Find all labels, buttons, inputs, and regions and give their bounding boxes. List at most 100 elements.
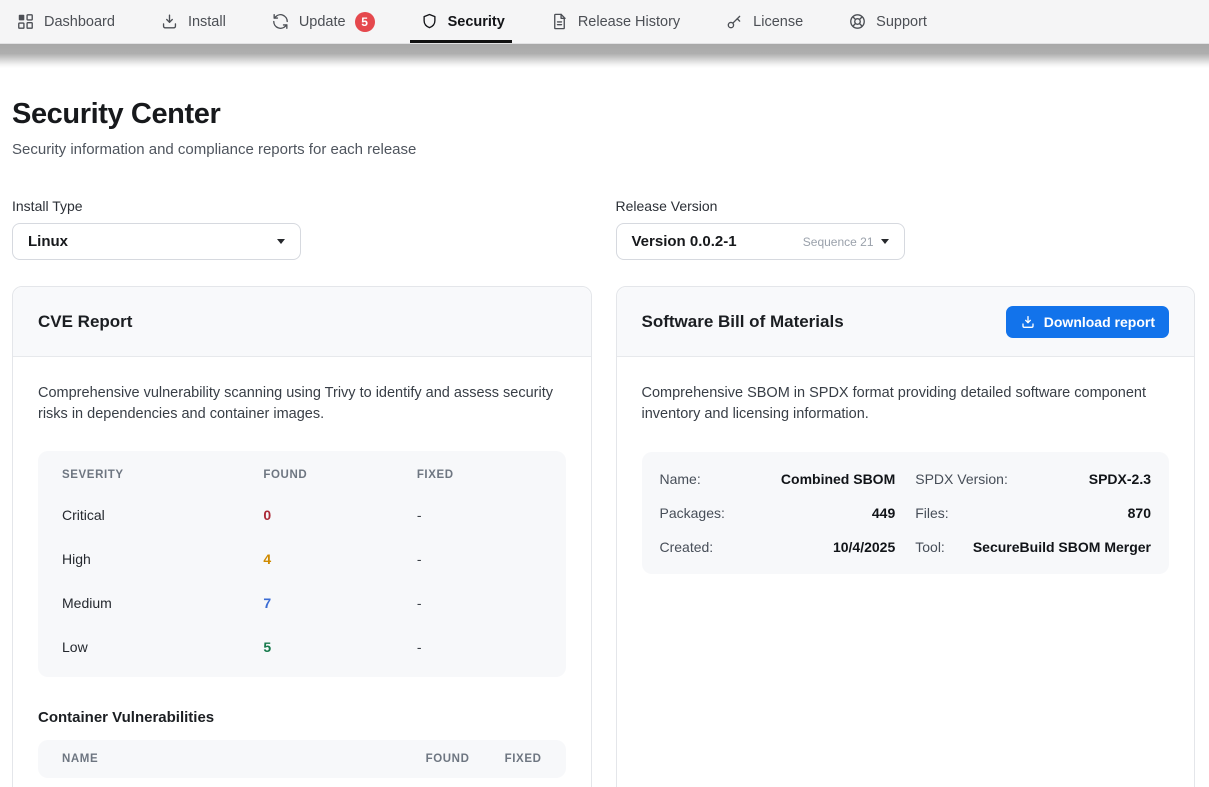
found-count: 5 xyxy=(263,639,416,655)
tab-dashboard[interactable]: Dashboard xyxy=(16,0,115,43)
sbom-info-grid: Name: Combined SBOM SPDX Version: SPDX-2.3 P… xyxy=(642,452,1170,574)
found-column-header: FOUND xyxy=(263,469,416,481)
sbom-info-item: SPDX Version: SPDX-2.3 xyxy=(913,462,1153,496)
name-column-header: NAME xyxy=(62,753,408,765)
install-type-filter: Install Type Linux xyxy=(12,198,592,260)
sbom-info-value: 449 xyxy=(872,505,895,521)
container-vulnerabilities-title: Container Vulnerabilities xyxy=(38,709,566,726)
severity-table: SEVERITY FOUND FIXED Critical0-High4-Med… xyxy=(38,451,566,677)
sbom-info-label: Packages: xyxy=(660,505,725,521)
severity-row: High4- xyxy=(38,537,566,581)
chevron-down-icon xyxy=(881,239,889,244)
sbom-card-header: Software Bill of Materials Download repo… xyxy=(617,287,1195,357)
sbom-info-item: Packages: 449 xyxy=(658,496,898,530)
fixed-column-header: FIXED xyxy=(417,469,542,481)
cve-card-title: CVE Report xyxy=(38,312,132,332)
tab-label: License xyxy=(753,14,803,30)
tab-label: Dashboard xyxy=(44,14,115,30)
download-icon xyxy=(1020,314,1036,330)
sbom-card-title: Software Bill of Materials xyxy=(642,312,844,332)
sbom-info-label: Files: xyxy=(915,505,948,521)
sbom-card-body: Comprehensive SBOM in SPDX format provid… xyxy=(617,357,1195,600)
download-report-button[interactable]: Download report xyxy=(1006,306,1169,338)
page-content: Security Center Security information and… xyxy=(0,68,1209,787)
fixed-value: - xyxy=(417,639,542,655)
sbom-info-label: Created: xyxy=(660,539,714,555)
severity-label: High xyxy=(62,551,263,567)
severity-row: Low5- xyxy=(38,625,566,669)
dashboard-grid-icon xyxy=(16,12,35,31)
severity-label: Critical xyxy=(62,507,263,523)
release-version-label: Release Version xyxy=(616,198,1196,214)
install-type-value: Linux xyxy=(28,233,68,250)
tab-release-history[interactable]: Release History xyxy=(550,0,680,43)
page-subtitle: Security information and compliance repo… xyxy=(12,141,1195,158)
severity-row: Medium7- xyxy=(38,581,566,625)
update-count-badge: 5 xyxy=(355,12,375,32)
fixed-value: - xyxy=(417,507,542,523)
nav-shadow-divider xyxy=(0,44,1209,68)
cve-card-body: Comprehensive vulnerability scanning usi… xyxy=(13,357,591,787)
fixed-column-header: FIXED xyxy=(470,753,542,765)
refresh-icon xyxy=(271,12,290,31)
shield-icon xyxy=(420,12,439,31)
tab-label: Release History xyxy=(578,14,680,30)
life-buoy-icon xyxy=(848,12,867,31)
sbom-card: Software Bill of Materials Download repo… xyxy=(616,286,1196,787)
severity-rows: Critical0-High4-Medium7-Low5- xyxy=(38,493,566,669)
fixed-value: - xyxy=(417,551,542,567)
sbom-info-item: Name: Combined SBOM xyxy=(658,462,898,496)
top-navigation: Dashboard Install Update 5 Security Release H… xyxy=(0,0,1209,44)
sbom-info-item: Created: 10/4/2025 xyxy=(658,530,898,564)
sbom-description: Comprehensive SBOM in SPDX format provid… xyxy=(642,383,1170,426)
tab-license[interactable]: License xyxy=(725,0,803,43)
tab-install[interactable]: Install xyxy=(160,0,226,43)
fixed-value: - xyxy=(417,595,542,611)
found-count: 4 xyxy=(263,551,416,567)
severity-label: Low xyxy=(62,639,263,655)
download-icon xyxy=(160,12,179,31)
sbom-info-label: Name: xyxy=(660,471,701,487)
cve-description: Comprehensive vulnerability scanning usi… xyxy=(38,383,566,426)
install-type-select[interactable]: Linux xyxy=(12,223,301,260)
sbom-info-label: SPDX Version: xyxy=(915,471,1008,487)
severity-label: Medium xyxy=(62,595,263,611)
container-table-header: NAME FOUND FIXED xyxy=(38,740,566,778)
sbom-info-value: SPDX-2.3 xyxy=(1089,471,1151,487)
severity-column-header: SEVERITY xyxy=(62,469,263,481)
key-icon xyxy=(725,12,744,31)
release-version-select[interactable]: Version 0.0.2-1 Sequence 21 xyxy=(616,223,905,260)
sbom-info-value: 870 xyxy=(1128,505,1151,521)
document-icon xyxy=(550,12,569,31)
sbom-info-label: Tool: xyxy=(915,539,945,555)
install-type-label: Install Type xyxy=(12,198,592,214)
tab-update[interactable]: Update 5 xyxy=(271,0,375,43)
severity-row: Critical0- xyxy=(38,493,566,537)
found-count: 0 xyxy=(263,507,416,523)
cards-row: CVE Report Comprehensive vulnerability s… xyxy=(12,286,1195,787)
tab-security[interactable]: Security xyxy=(420,0,505,43)
release-version-secondary-wrap: Sequence 21 xyxy=(803,235,889,249)
release-version-value: Version 0.0.2-1 xyxy=(632,233,737,250)
found-count: 7 xyxy=(263,595,416,611)
cve-report-card: CVE Report Comprehensive vulnerability s… xyxy=(12,286,592,787)
sbom-info-value: 10/4/2025 xyxy=(833,539,895,555)
tab-support[interactable]: Support xyxy=(848,0,927,43)
tab-label: Security xyxy=(448,14,505,30)
cve-card-header: CVE Report xyxy=(13,287,591,357)
tab-label: Update xyxy=(299,14,346,30)
severity-table-header: SEVERITY FOUND FIXED xyxy=(38,457,566,493)
sbom-info-item: Tool: SecureBuild SBOM Merger xyxy=(913,530,1153,564)
tab-label: Install xyxy=(188,14,226,30)
sbom-info-value: Combined SBOM xyxy=(781,471,895,487)
sequence-label: Sequence 21 xyxy=(803,235,874,249)
filters-row: Install Type Linux Release Version Versi… xyxy=(12,198,1195,260)
chevron-down-icon xyxy=(277,239,285,244)
page-title: Security Center xyxy=(12,98,1195,131)
download-report-label: Download report xyxy=(1044,314,1155,330)
sbom-info-value: SecureBuild SBOM Merger xyxy=(973,539,1151,555)
release-version-filter: Release Version Version 0.0.2-1 Sequence… xyxy=(616,198,1196,260)
tab-label: Support xyxy=(876,14,927,30)
sbom-info-item: Files: 870 xyxy=(913,496,1153,530)
found-column-header: FOUND xyxy=(408,753,470,765)
